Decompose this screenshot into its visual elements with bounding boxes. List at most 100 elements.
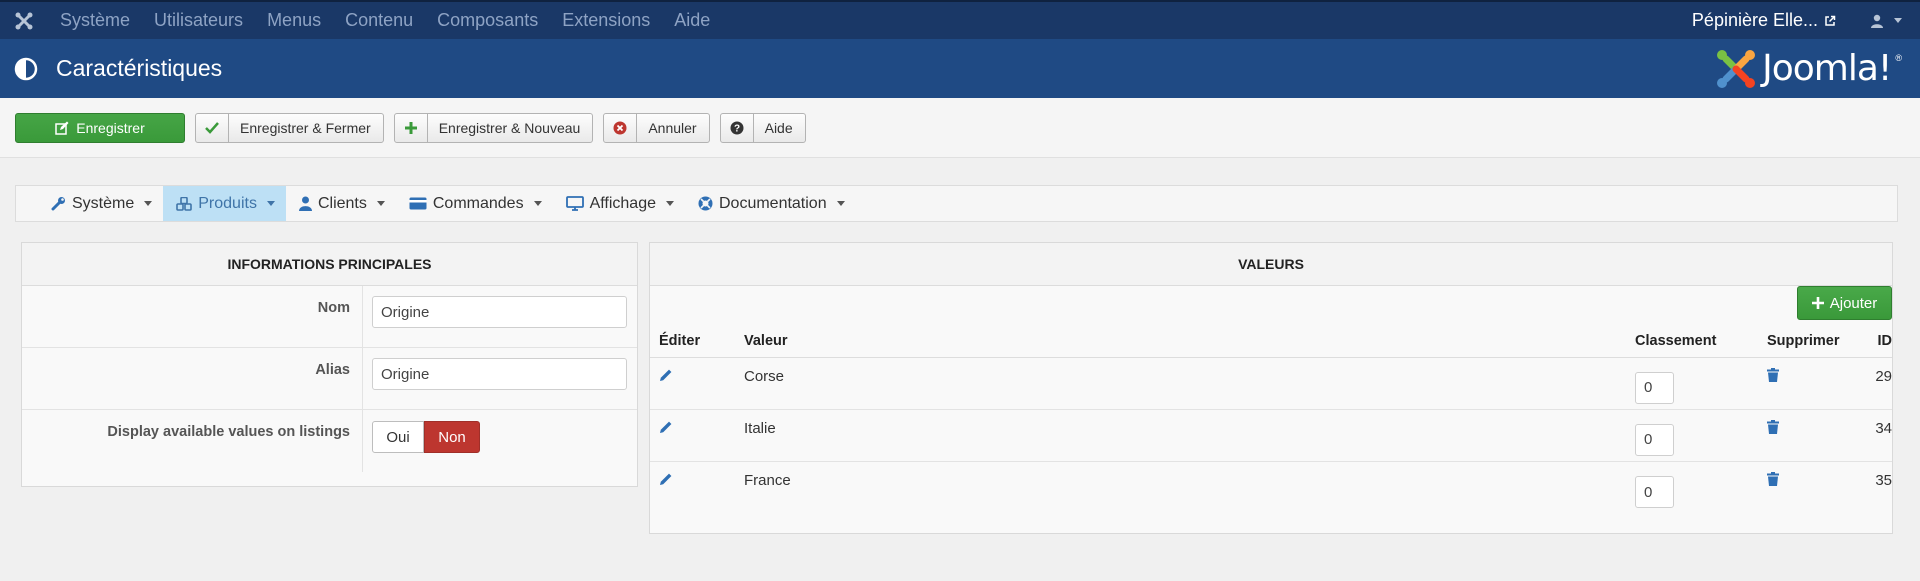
user-menu[interactable] xyxy=(1848,14,1920,28)
table-row: France 35 xyxy=(650,462,1892,514)
nav-produits[interactable]: Produits xyxy=(163,186,286,221)
name-input[interactable] xyxy=(372,296,627,328)
menu-utilisateurs[interactable]: Utilisateurs xyxy=(142,2,255,39)
toolbar: Enregistrer Enregistrer & Fermer Enregis… xyxy=(0,98,1920,158)
chevron-down-icon xyxy=(665,201,674,206)
col-rank[interactable]: Classement xyxy=(1635,333,1764,349)
delete-cell xyxy=(1764,410,1858,438)
rank-input[interactable] xyxy=(1635,371,1674,404)
save-close-button[interactable]: Enregistrer & Fermer xyxy=(195,112,384,143)
nav-commandes-label: Commandes xyxy=(432,194,524,212)
nav-affichage[interactable]: Affichage xyxy=(553,186,685,221)
edit-cell xyxy=(650,410,744,438)
chevron-down-icon xyxy=(376,201,385,206)
save-button[interactable]: Enregistrer xyxy=(15,112,185,143)
values-table: Éditer Valeur Classement Supprimer ID Co… xyxy=(650,324,1892,514)
pencil-icon[interactable] xyxy=(659,420,673,434)
rank-cell xyxy=(1635,416,1764,456)
col-delete: Supprimer xyxy=(1767,332,1840,349)
delete-cell xyxy=(1764,462,1858,490)
edit-cell xyxy=(650,462,744,490)
rank-cell xyxy=(1635,364,1764,404)
plus-icon xyxy=(1811,297,1824,309)
wrench-icon xyxy=(51,197,65,211)
alias-input[interactable] xyxy=(372,358,627,390)
pencil-icon[interactable] xyxy=(659,472,673,486)
save-new-button[interactable]: Enregistrer & Nouveau xyxy=(393,112,594,143)
trash-icon[interactable] xyxy=(1767,368,1779,382)
svg-text:?: ? xyxy=(734,123,740,134)
display-values-toggle: Oui Non xyxy=(372,421,480,453)
edit-icon xyxy=(55,114,76,142)
alias-row: Alias xyxy=(22,348,637,410)
value-cell: Corse xyxy=(744,368,785,385)
value-cell: France xyxy=(744,472,791,489)
registered-mark: ® xyxy=(1895,52,1902,63)
nav-clients[interactable]: Clients xyxy=(286,186,396,221)
joomla-wordmark: Joomla! xyxy=(1762,48,1892,89)
main-info-panel: INFORMATIONS PRINCIPALES Nom Alias Displ… xyxy=(21,242,638,487)
user-icon xyxy=(298,196,312,211)
col-id[interactable]: ID xyxy=(1858,333,1893,349)
alias-label: Alias xyxy=(22,348,363,409)
menu-systeme[interactable]: Système xyxy=(48,2,142,39)
external-link-icon xyxy=(1825,15,1836,26)
site-name: Pépinière Elle... xyxy=(1691,10,1818,30)
joomla-logo: Joomla! ® xyxy=(1714,47,1902,91)
menu-menus[interactable]: Menus xyxy=(255,2,333,39)
values-table-header: Éditer Valeur Classement Supprimer ID xyxy=(650,324,1892,358)
table-row: Corse 29 xyxy=(650,358,1892,410)
trash-icon[interactable] xyxy=(1767,472,1779,486)
help-button[interactable]: ? Aide xyxy=(719,112,806,143)
nav-commandes[interactable]: Commandes xyxy=(396,186,553,221)
contrast-icon xyxy=(14,57,38,80)
col-value[interactable]: Valeur xyxy=(744,333,1635,349)
rank-input[interactable] xyxy=(1635,476,1674,508)
values-heading: VALEURS xyxy=(650,243,1892,286)
table-row: Italie 34 xyxy=(650,410,1892,462)
add-value-button[interactable]: Ajouter xyxy=(1797,286,1892,320)
id-cell: 29 xyxy=(1875,368,1892,385)
user-icon xyxy=(1871,14,1883,28)
nav-documentation-label: Documentation xyxy=(718,194,827,212)
save-new-label: Enregistrer & Nouveau xyxy=(438,119,581,136)
admin-menu: Système Utilisateurs Menus Contenu Compo… xyxy=(48,2,722,39)
chevron-down-icon xyxy=(266,201,275,206)
nav-affichage-label: Affichage xyxy=(589,194,656,212)
joomla-logo-icon xyxy=(1717,49,1756,88)
cancel-button[interactable]: Annuler xyxy=(603,112,710,143)
plus-icon xyxy=(395,113,428,142)
chevron-down-icon xyxy=(836,201,845,206)
menu-aide[interactable]: Aide xyxy=(662,2,722,39)
rank-input[interactable] xyxy=(1635,423,1674,456)
chevron-down-icon xyxy=(144,201,153,206)
topbar-right: Pépinière Elle... xyxy=(1680,2,1920,39)
joomla-small-icon[interactable] xyxy=(0,2,48,39)
toggle-oui-button[interactable]: Oui xyxy=(372,421,424,453)
pencil-icon[interactable] xyxy=(659,368,673,382)
trash-icon[interactable] xyxy=(1767,420,1779,434)
cancel-icon xyxy=(604,113,638,142)
display-values-row: Display available values on listings Oui… xyxy=(22,410,637,472)
menu-extensions[interactable]: Extensions xyxy=(550,2,662,39)
nav-systeme-label: Système xyxy=(72,194,135,212)
nav-systeme[interactable]: Système xyxy=(38,186,163,221)
nav-documentation[interactable]: Documentation xyxy=(685,186,856,221)
check-icon xyxy=(196,113,229,142)
site-link[interactable]: Pépinière Elle... xyxy=(1680,10,1848,31)
monitor-icon xyxy=(565,196,584,211)
page-title: Caractéristiques xyxy=(56,55,223,81)
toggle-non-button[interactable]: Non xyxy=(424,421,480,453)
menu-contenu[interactable]: Contenu xyxy=(333,2,425,39)
id-cell: 34 xyxy=(1875,420,1892,437)
nav-clients-label: Clients xyxy=(317,194,367,212)
menu-composants[interactable]: Composants xyxy=(425,2,550,39)
lifebuoy-icon xyxy=(698,196,713,211)
add-value-label: Ajouter xyxy=(1829,294,1878,312)
chevron-down-icon xyxy=(1894,18,1902,23)
id-cell: 35 xyxy=(1875,472,1892,489)
display-values-label: Display available values on listings xyxy=(22,410,363,472)
question-icon: ? xyxy=(721,113,754,142)
save-close-label: Enregistrer & Fermer xyxy=(240,119,371,136)
values-panel: VALEURS Ajouter Éditer Valeur Classement… xyxy=(649,242,1893,534)
